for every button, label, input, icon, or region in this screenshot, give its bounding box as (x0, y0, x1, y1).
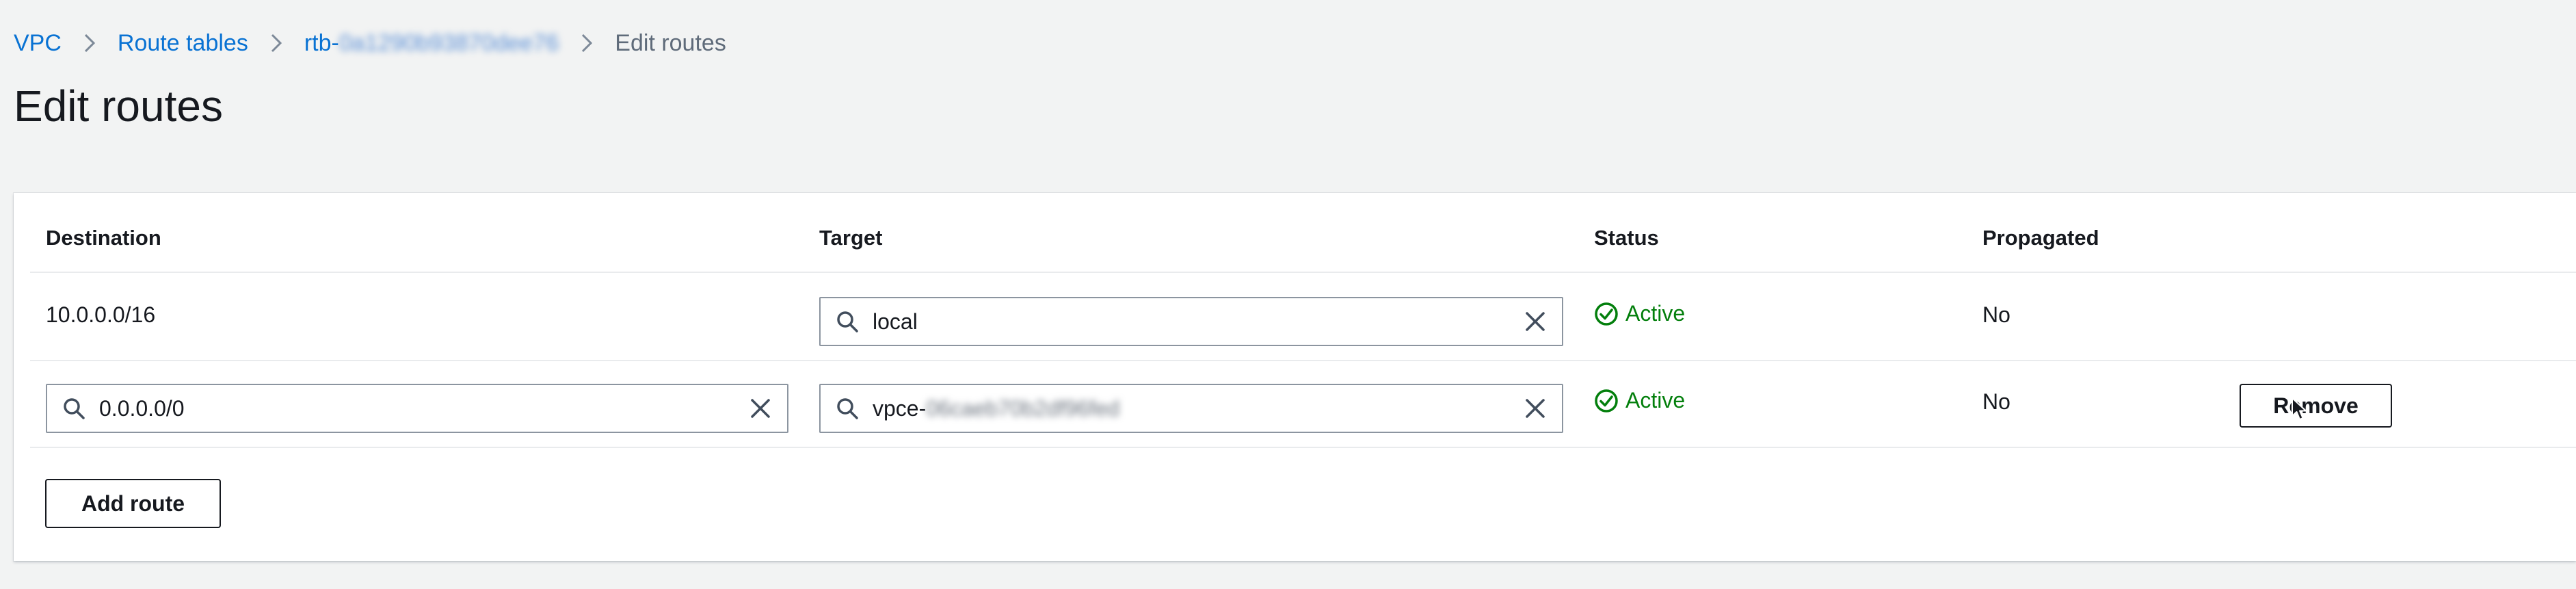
column-header-propagated: Propagated (1982, 226, 2099, 250)
breadcrumb-vpc-link[interactable]: VPC (14, 30, 62, 57)
remove-button[interactable]: Remove (2240, 384, 2392, 428)
column-header-target: Target (819, 226, 883, 250)
header-divider (30, 272, 2576, 273)
clear-icon[interactable] (1524, 310, 1547, 333)
column-header-status: Status (1594, 226, 1659, 250)
search-icon (836, 310, 859, 333)
route-table-id-masked: 0a1290b93870dee76 (338, 29, 559, 56)
breadcrumb-current: Edit routes (615, 29, 726, 56)
search-icon (836, 397, 859, 420)
column-header-destination: Destination (46, 226, 161, 250)
chevron-right-icon (270, 33, 282, 53)
target-masked-id: 06caeb70b2df96fed (926, 395, 1120, 421)
clear-icon[interactable] (1524, 397, 1547, 420)
target-prefix: vpce- (873, 395, 927, 421)
status-success-icon (1594, 389, 1619, 413)
target-value: local (873, 309, 918, 334)
routes-panel (14, 193, 2576, 561)
breadcrumb-route-tables-link[interactable]: Route tables (118, 30, 248, 57)
target-value: vpce-06caeb70b2df96fed (873, 396, 1524, 421)
breadcrumb-route-table-id-link[interactable]: rtb-0a1290b93870dee76 (304, 30, 559, 57)
status-success-icon (1594, 302, 1619, 326)
target-search-input[interactable]: vpce-06caeb70b2df96fed (819, 384, 1563, 433)
propagated-text: No (1982, 302, 2010, 327)
route-destination-text: 10.0.0.0/16 (46, 302, 156, 327)
propagated-text: No (1982, 389, 2010, 414)
status-text: Active (1625, 388, 1686, 413)
add-route-button[interactable]: Add route (45, 479, 221, 528)
destination-search-input[interactable]: 0.0.0.0/0 (46, 384, 788, 433)
status-text: Active (1625, 301, 1686, 326)
chevron-right-icon (83, 33, 96, 53)
status-badge: Active (1594, 388, 1685, 413)
mouse-cursor-icon (2292, 397, 2307, 420)
chevron-right-icon (581, 33, 593, 53)
page-title: Edit routes (14, 81, 223, 131)
route-table-id-prefix: rtb- (304, 29, 339, 56)
status-badge: Active (1594, 301, 1685, 326)
destination-value: 0.0.0.0/0 (99, 395, 185, 421)
search-icon (62, 397, 85, 420)
row-divider (30, 360, 2576, 361)
clear-icon[interactable] (749, 397, 772, 420)
row-divider (30, 447, 2576, 448)
breadcrumb: VPC Route tables rtb-0a1290b93870dee76 E… (14, 27, 726, 59)
target-search-input[interactable]: local (819, 297, 1563, 346)
